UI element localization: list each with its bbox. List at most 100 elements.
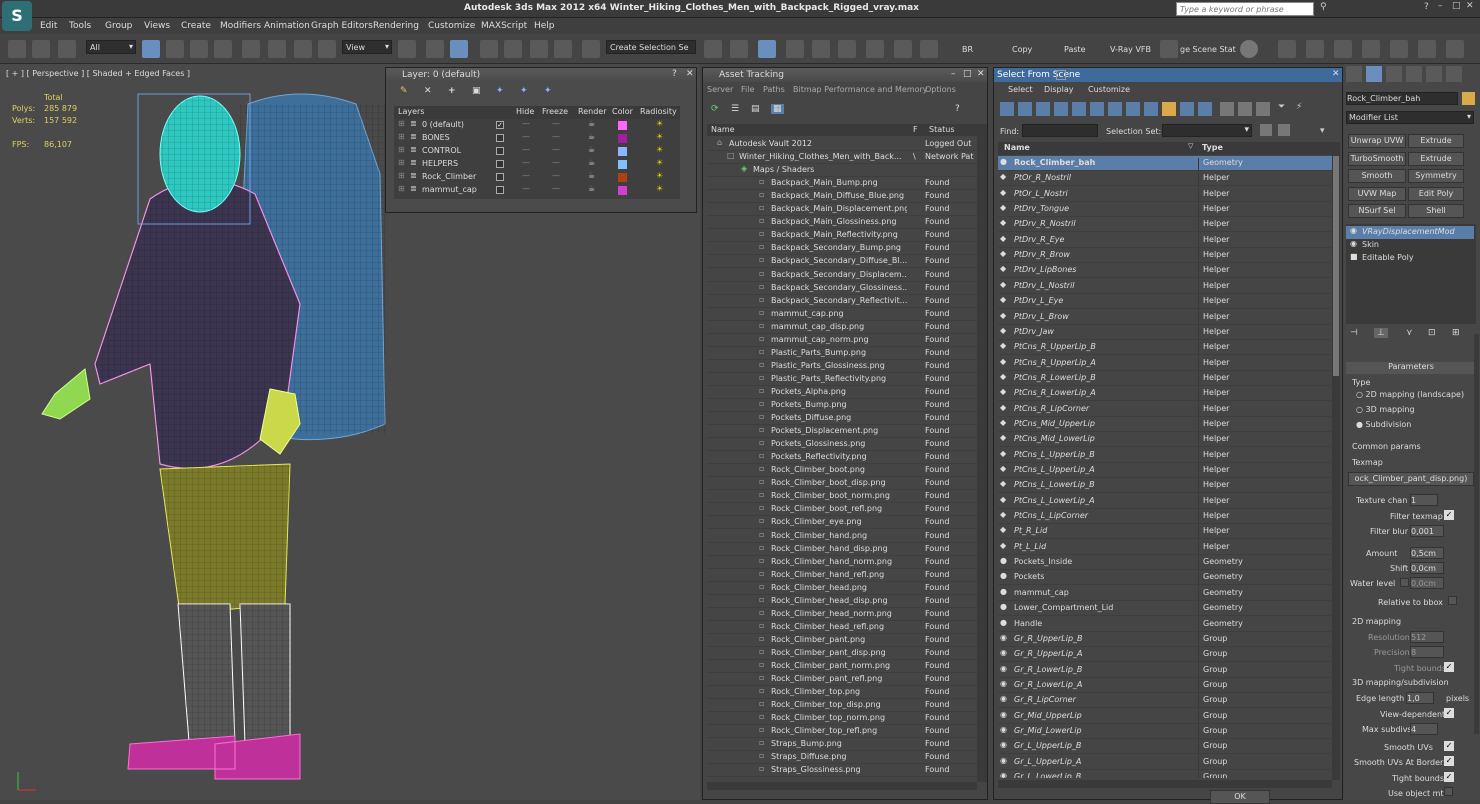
object-name[interactable]: Rock_Climber_bah [1014,158,1095,167]
delete-layer-icon[interactable]: ✕ [424,86,432,96]
move-icon[interactable] [268,40,286,58]
object-name[interactable]: mammut_cap [1014,588,1069,597]
object-name[interactable]: Pt_L_Lid [1014,542,1046,551]
current-layer-checkbox[interactable] [496,147,504,155]
scene-object-row[interactable]: ◆ PtDrv_L_Brow Helper [998,310,1332,327]
asset-row[interactable]: ▫ mammut_cap_norm.png Found [707,334,979,347]
filter-funnel-icon[interactable]: ⏷ [1278,102,1285,112]
expand-icon[interactable]: ⊞ [398,158,405,167]
asset-name[interactable]: Plastic_Parts_Bump.png [771,348,907,357]
object-name[interactable]: Gr_L_UpperLip_A [1014,757,1081,766]
select-menu-display[interactable]: Display [1044,85,1074,94]
tool-a-icon[interactable] [1278,40,1296,58]
asset-name[interactable]: mammut_cap.png [771,309,907,318]
asset-menu-options[interactable]: Options [925,85,956,94]
layer-name[interactable]: CONTROL [422,146,461,155]
filter-xrefs-icon[interactable] [1126,102,1140,116]
scene-object-row[interactable]: ◆ PtDrv_R_Nostril Helper [998,217,1332,235]
modifier-list-dropdown[interactable]: Modifier List ▾ [1346,111,1474,124]
select-dependents-icon[interactable] [1260,124,1272,136]
asset-row[interactable]: ▫ Rock_Climber_pant.png Found [707,634,979,647]
asset-name[interactable]: Rock_Climber_hand.png [771,531,907,540]
asset-name[interactable]: Plastic_Parts_Glossiness.png [771,361,907,370]
asset-name[interactable]: Rock_Climber_boot_refl.png [771,504,907,513]
layer-manager-icon[interactable] [758,40,776,58]
ribbon-icon[interactable] [786,40,804,58]
filter-lights-icon[interactable] [1036,102,1050,116]
spinner-snap-icon[interactable] [554,40,572,58]
select-h-scrollbar[interactable] [998,780,1332,788]
modifier-stack-item[interactable]: ■ Editable Poly [1346,252,1474,265]
smooth-uvs-borders-checkbox[interactable]: ✓ [1444,756,1454,766]
modifier-eye-icon[interactable]: ◉ [1350,239,1357,248]
rect-selection-icon[interactable] [190,40,208,58]
asset-row[interactable]: ▫ Rock_Climber_hand_refl.png Found [707,569,979,582]
modifier-preset-button[interactable]: Extrude [1408,134,1464,148]
asset-maximize-button[interactable]: □ [963,69,972,79]
asset-name[interactable]: Pockets_Alpha.png [771,387,907,396]
asset-row[interactable]: □ Winter_Hiking_Clothes_Men_with_Back... \… [707,151,979,165]
make-unique-icon[interactable]: ⋎ [1406,328,1413,338]
asset-name[interactable]: Backpack_Secondary_Reflectivit... [771,296,907,305]
hierarchy-tab-icon[interactable] [1386,66,1402,82]
object-name[interactable]: Pt_R_Lid [1014,526,1047,535]
list-view-icon[interactable]: ☰ [731,104,739,114]
edit-named-sets-icon[interactable] [582,40,600,58]
scene-object-row[interactable]: ◉ Gr_Mid_LowerLip Group [998,724,1332,741]
render-setup-icon[interactable] [894,40,912,58]
object-name[interactable]: Gr_Mid_UpperLip [1014,711,1082,720]
radiosity-icon[interactable]: ☀ [656,158,663,167]
select-move-icon[interactable] [242,40,260,58]
asset-name[interactable]: Plastic_Parts_Reflectivity.png [771,374,907,383]
tool-b-icon[interactable] [1306,40,1324,58]
utilities-tab-icon[interactable] [1446,66,1462,82]
radiosity-icon[interactable]: ☀ [656,132,663,141]
current-layer-checkbox[interactable] [496,186,504,194]
asset-name[interactable]: Rock_Climber_eye.png [771,517,907,526]
asset-close-button[interactable]: ✕ [977,69,985,79]
object-name[interactable]: Gr_R_LowerLip_B [1014,665,1082,674]
close-icon[interactable]: ✕ [1466,1,1474,11]
object-name[interactable]: PtCns_R_LowerLip_B [1014,373,1096,382]
asset-row[interactable]: ▫ Plastic_Parts_Reflectivity.png Found [707,373,979,386]
object-name[interactable]: PtCns_R_LowerLip_A [1014,388,1096,397]
scene-object-row[interactable]: ◆ PtOr_R_Nostril Helper [998,171,1332,189]
hide-toggle[interactable]: — [522,171,530,180]
asset-name[interactable]: Backpack_Main_Glossiness.png [771,217,907,226]
add-to-layer-icon[interactable]: + [448,86,456,96]
object-name[interactable]: PtCns_L_UpperLip_A [1014,465,1095,474]
asset-minimize-button[interactable]: – [951,69,956,79]
layer-row[interactable]: ⊞ ≣ Rock_Climber — — ☕ ☀ [394,171,680,184]
texmap-button[interactable]: ock_Climber_pant_disp.png) [1348,472,1474,486]
asset-row[interactable]: ▫ Pockets_Displacement.png Found [707,425,979,439]
layer-name[interactable]: mammut_cap [422,185,477,194]
filter-groups-icon[interactable] [1108,102,1122,116]
select-close-button[interactable]: ✕ [1332,69,1340,79]
asset-name[interactable]: Rock_Climber_top_norm.png [771,713,907,722]
scene-object-row[interactable]: ◉ Gr_R_LowerLip_B Group [998,663,1332,680]
object-name[interactable]: PtCns_R_UpperLip_A [1014,358,1096,367]
radiosity-icon[interactable]: ☀ [656,184,663,193]
freeze-toggle[interactable]: — [552,132,560,141]
asset-menu-file[interactable]: File [741,85,754,94]
display-subtree-icon[interactable]: ⚡ [1296,102,1302,112]
render-teapot-icon[interactable]: ☕ [588,145,595,154]
asset-name[interactable]: Backpack_Secondary_Bump.png [771,243,907,252]
asset-name[interactable]: Rock_Climber_pant.png [771,635,907,644]
asset-row[interactable]: ▫ Rock_Climber_hand_norm.png Found [707,556,979,569]
radiosity-icon[interactable]: ☀ [656,171,663,180]
command-panel-scrollbar[interactable] [1474,334,1479,734]
current-layer-checkbox[interactable] [496,160,504,168]
filter-hidden-icon[interactable] [1198,102,1212,116]
col-layers[interactable]: Layers [398,107,424,116]
object-name[interactable]: PtDrv_LipBones [1014,265,1076,274]
bind-spacewarp-icon[interactable] [58,40,76,58]
object-name[interactable]: Lower_Compartment_Lid [1014,603,1113,612]
asset-row[interactable]: ▫ Rock_Climber_pant_disp.png Found [707,647,979,660]
asset-tracking-window[interactable]: Asset Tracking – □ ✕ Server File Paths B… [702,67,988,800]
asset-name[interactable]: Rock_Climber_top_disp.png [771,700,907,709]
asset-name[interactable]: Maps / Shaders [753,165,907,174]
modifier-preset-button[interactable]: Smooth [1348,169,1406,183]
object-name[interactable]: PtDrv_L_Nostril [1014,281,1075,290]
scene-object-row[interactable]: ◆ PtCns_Mid_LowerLip Helper [998,432,1332,450]
